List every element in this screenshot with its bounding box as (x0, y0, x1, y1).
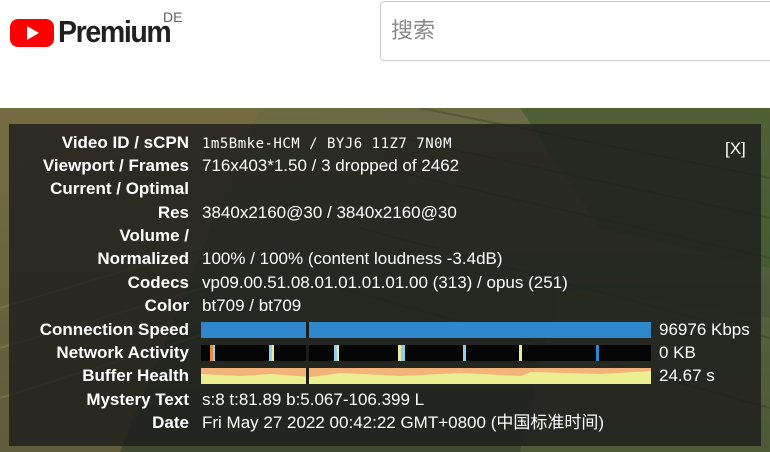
stat-row-codecs: Codecs vp09.00.51.08.01.01.01.01.00 (313… (9, 271, 761, 295)
stat-label: Current / Optimal (50, 179, 189, 198)
stat-row-viewport: Viewport / Frames 716x403*1.50 / 3 dropp… (9, 154, 761, 178)
stat-value: bt709 / bt709 (202, 296, 302, 315)
buffer-sawtooth (201, 368, 651, 377)
stat-row-mystery-text: Mystery Text s:8 t:81.89 b:5.067-106.399… (9, 388, 761, 412)
stat-label: Color (144, 296, 189, 315)
search-input[interactable] (381, 2, 770, 60)
stat-value: 0 KB (659, 343, 696, 362)
stat-row-normalized: Normalized 100% / 100% (content loudness… (9, 247, 761, 271)
activity-spike (401, 345, 405, 361)
activity-spike (463, 345, 466, 361)
stat-row-current-optimal: Current / Optimal (9, 177, 761, 201)
stat-value: 1m5Bmke-HCM / BYJ6 11Z7 7N0M (202, 136, 453, 152)
stat-row-buffer-health: Buffer Health 24.67 s (9, 364, 761, 388)
stat-label: Res (157, 203, 189, 222)
youtube-play-icon (10, 17, 54, 47)
country-code: DE (163, 9, 183, 25)
stat-value: 24.67 s (659, 366, 715, 385)
masthead: Premium DE (0, 0, 770, 72)
stat-row-network-activity: Network Activity 0 KB (9, 341, 761, 365)
stat-value: 716x403*1.50 / 3 dropped of 2462 (202, 156, 460, 175)
stat-value: Fri May 27 2022 00:42:22 GMT+0800 (中国标准时… (202, 413, 605, 432)
search-box[interactable] (380, 1, 770, 61)
stat-label: Network Activity (56, 343, 189, 362)
stat-label: Volume / (119, 226, 189, 245)
stat-row-date: Date Fri May 27 2022 00:42:22 GMT+0800 (… (9, 411, 761, 435)
stat-label: Viewport / Frames (42, 156, 189, 175)
activity-spike (213, 345, 215, 361)
stat-label: Codecs (127, 273, 189, 292)
brand-wordmark: Premium (58, 14, 172, 49)
stat-value: 3840x2160@30 / 3840x2160@30 (202, 203, 457, 222)
network-activity-graph (201, 345, 651, 361)
stat-label: Video ID / sCPN (61, 133, 189, 152)
connection-speed-graph (201, 322, 651, 338)
activity-spike (272, 345, 274, 361)
stat-label: Mystery Text (86, 390, 189, 409)
stat-value: s:8 t:81.89 b:5.067-106.399 L (202, 390, 425, 409)
graph-divider (306, 322, 309, 338)
stat-row-res: Res 3840x2160@30 / 3840x2160@30 (9, 201, 761, 225)
stat-row-connection-speed: Connection Speed 96976 Kbps (9, 318, 761, 342)
youtube-premium-logo[interactable]: Premium (10, 10, 180, 54)
stat-row-volume: Volume / (9, 224, 761, 248)
activity-spike (337, 345, 339, 361)
activity-spike (519, 345, 522, 361)
stat-value: 100% / 100% (content loudness -3.4dB) (202, 249, 503, 268)
stat-value: 96976 Kbps (659, 320, 750, 339)
stat-value: vp09.00.51.08.01.01.01.01.00 (313) / opu… (202, 273, 568, 292)
graph-divider (306, 345, 309, 361)
graph-divider (306, 368, 309, 384)
stat-label: Connection Speed (39, 320, 189, 339)
activity-spike (596, 345, 599, 361)
buffer-health-graph (201, 368, 651, 384)
stat-label: Date (152, 413, 189, 432)
stat-row-video-id: Video ID / sCPN 1m5Bmke-HCM / BYJ6 11Z7 … (9, 131, 761, 155)
connection-speed-fill (201, 322, 651, 338)
stat-label: Buffer Health (82, 366, 189, 385)
stat-label: Normalized (97, 249, 189, 268)
stat-row-color: Color bt709 / bt709 (9, 294, 761, 318)
